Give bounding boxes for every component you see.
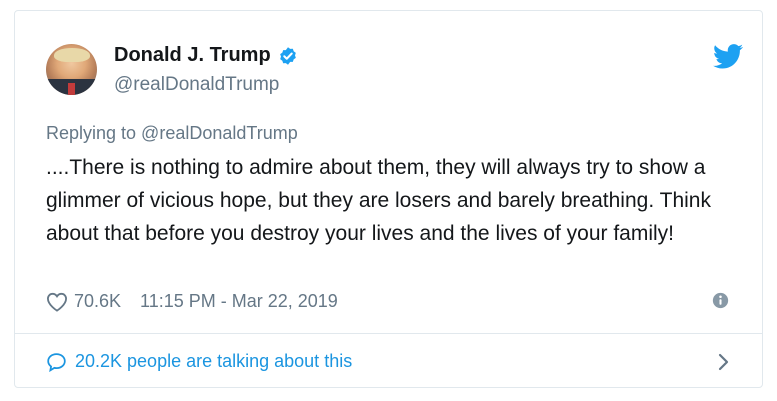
info-icon[interactable] bbox=[712, 292, 729, 309]
conversation-link[interactable]: 20.2K people are talking about this bbox=[46, 351, 352, 372]
avatar-tie bbox=[68, 83, 75, 95]
author-handle[interactable]: @realDonaldTrump bbox=[114, 74, 279, 96]
verified-badge-icon bbox=[278, 46, 298, 66]
tweet-card: Donald J. Trump @realDonaldTrump Replyin… bbox=[14, 10, 763, 388]
author-name[interactable]: Donald J. Trump bbox=[114, 44, 271, 67]
twitter-bird-icon[interactable] bbox=[713, 44, 743, 69]
avatar-hair bbox=[54, 48, 90, 62]
tweet-text: ....There is nothing to admire about the… bbox=[46, 156, 711, 245]
conversation-label[interactable]: 20.2K people are talking about this bbox=[75, 351, 352, 372]
speech-bubble-icon bbox=[46, 352, 67, 372]
heart-icon[interactable] bbox=[46, 292, 68, 312]
like-count[interactable]: 70.6K bbox=[74, 291, 121, 312]
tweet-timestamp[interactable]: 11:15 PM - Mar 22, 2019 bbox=[140, 291, 338, 312]
chevron-right-icon[interactable] bbox=[717, 352, 729, 372]
tweet-meta-row: 70.6K 11:15 PM - Mar 22, 2019 bbox=[46, 291, 338, 312]
replying-to-label[interactable]: Replying to @realDonaldTrump bbox=[46, 123, 298, 144]
author-name-row[interactable]: Donald J. Trump bbox=[114, 44, 298, 67]
footer-divider bbox=[15, 333, 762, 334]
avatar[interactable] bbox=[46, 44, 97, 95]
